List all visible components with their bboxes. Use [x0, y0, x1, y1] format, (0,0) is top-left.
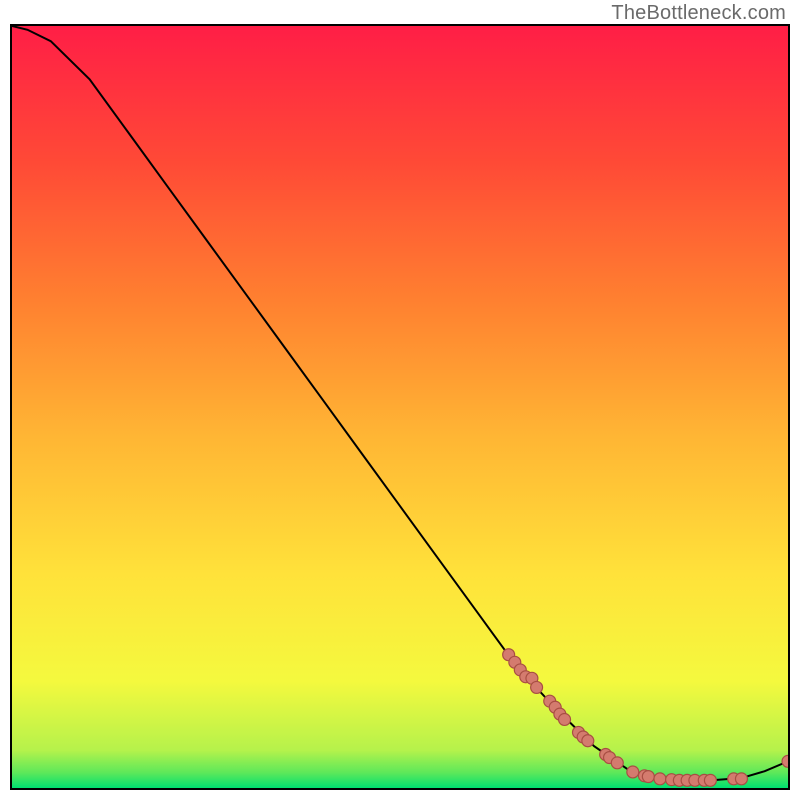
- data-point: [559, 713, 571, 725]
- data-point: [654, 773, 666, 785]
- curve-line: [12, 26, 788, 780]
- data-points-group: [503, 649, 788, 787]
- data-point: [531, 681, 543, 693]
- data-point: [704, 774, 716, 786]
- data-point: [627, 766, 639, 778]
- chart-svg: [12, 26, 788, 788]
- data-point: [735, 773, 747, 785]
- watermark-text: TheBottleneck.com: [611, 2, 786, 25]
- data-point: [611, 757, 623, 769]
- chart-container: TheBottleneck.com: [0, 0, 800, 800]
- data-point: [782, 755, 788, 767]
- plot-area: [10, 24, 790, 790]
- data-point: [642, 771, 654, 783]
- data-point: [582, 735, 594, 747]
